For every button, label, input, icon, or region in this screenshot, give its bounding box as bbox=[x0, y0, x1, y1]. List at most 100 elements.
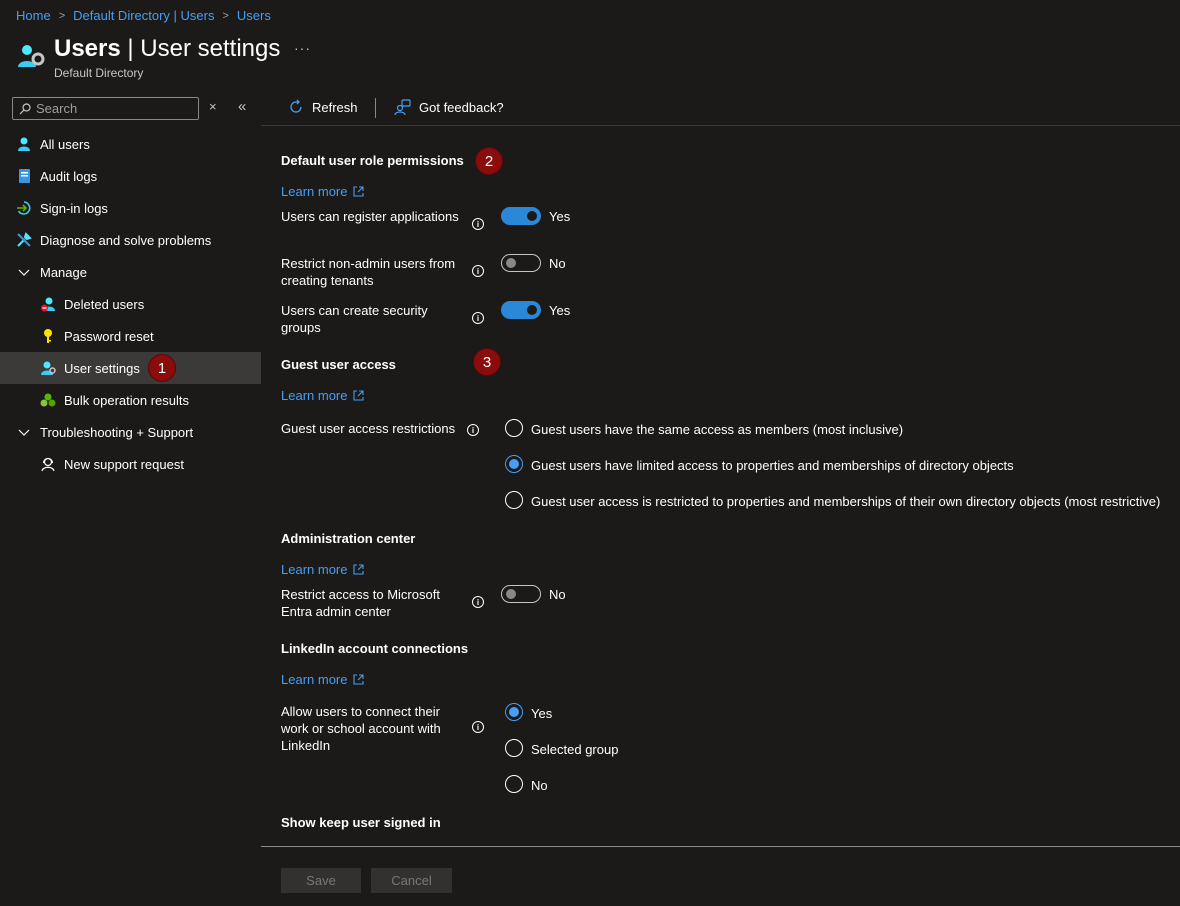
learn-more-link-guest[interactable]: Learn more bbox=[281, 388, 365, 403]
sidebar-item-label: Audit logs bbox=[40, 168, 98, 184]
setting-label-register-apps: Users can register applications bbox=[281, 209, 459, 224]
radio-linkedin-yes[interactable] bbox=[505, 703, 523, 721]
radio-guest-restricted-access[interactable] bbox=[505, 491, 523, 509]
radio-label: No bbox=[531, 778, 548, 793]
learn-more-label: Learn more bbox=[281, 562, 348, 577]
cancel-button[interactable]: Cancel bbox=[371, 868, 452, 893]
sidebar-item-label: Bulk operation results bbox=[64, 392, 190, 408]
radio-label: Guest users have the same access as memb… bbox=[531, 422, 904, 437]
sidebar-item-label: Diagnose and solve problems bbox=[40, 232, 212, 248]
annotation-badge-1: 1 bbox=[148, 354, 176, 382]
toggle-value: Yes bbox=[549, 209, 571, 224]
external-link-icon bbox=[353, 390, 365, 401]
sidebar-item-label: User settings bbox=[64, 360, 140, 376]
chevron-right-icon: > bbox=[58, 9, 66, 22]
sidebar-item-all-users[interactable]: All users bbox=[0, 128, 261, 160]
setting-label-restrict-tenants: Restrict non-admin users from creating t… bbox=[281, 256, 456, 288]
refresh-icon bbox=[290, 99, 302, 113]
breadcrumb-directory[interactable]: Default Directory | Users bbox=[73, 8, 214, 23]
chevron-down-icon bbox=[16, 264, 32, 280]
radio-guest-same-access[interactable] bbox=[505, 419, 523, 437]
users-settings-icon bbox=[16, 41, 46, 71]
info-icon[interactable]: i bbox=[472, 265, 484, 277]
radio-guest-limited-access[interactable] bbox=[505, 455, 523, 473]
sidebar-item-new-support-request[interactable]: New support request bbox=[0, 448, 261, 480]
external-link-icon bbox=[353, 186, 365, 197]
sidebar-item-label: All users bbox=[40, 136, 90, 152]
learn-more-link-default-role[interactable]: Learn more bbox=[281, 184, 365, 199]
sidebar-item-label: Password reset bbox=[64, 328, 154, 344]
annotation-badge-3: 3 bbox=[473, 348, 501, 376]
search-box bbox=[12, 97, 199, 120]
sidebar-item-diagnose[interactable]: Diagnose and solve problems bbox=[0, 224, 261, 256]
clear-search-button[interactable]: × bbox=[209, 99, 217, 114]
chevron-down-icon bbox=[16, 424, 32, 440]
setting-label-linkedin: Allow users to connect their work or sch… bbox=[281, 704, 441, 753]
key-icon bbox=[40, 328, 56, 344]
setting-label-guest-restrictions: Guest user access restrictions bbox=[281, 421, 456, 436]
sidebar-item-user-settings[interactable]: User settings bbox=[0, 352, 261, 384]
page-title: Users | User settings bbox=[54, 35, 281, 62]
feedback-label: Got feedback? bbox=[419, 100, 504, 115]
learn-more-label: Learn more bbox=[281, 184, 348, 199]
support-person-icon bbox=[40, 456, 56, 472]
toggle-value: No bbox=[549, 587, 566, 602]
external-link-icon bbox=[353, 564, 365, 575]
learn-more-link-linkedin[interactable]: Learn more bbox=[281, 672, 365, 687]
sidebar-item-label: Troubleshooting + Support bbox=[40, 424, 194, 440]
info-icon[interactable]: i bbox=[472, 596, 484, 608]
sidebar-item-sign-in-logs[interactable]: Sign-in logs bbox=[0, 192, 261, 224]
feedback-icon bbox=[394, 99, 411, 116]
sign-in-icon bbox=[16, 200, 32, 216]
wrench-icon bbox=[16, 232, 32, 248]
section-title-guest-access: Guest user access bbox=[281, 357, 396, 372]
setting-label-restrict-admin-center: Restrict access to Microsoft Entra admin… bbox=[281, 587, 440, 619]
feedback-button[interactable]: Got feedback? bbox=[394, 99, 504, 116]
toggle-security-groups[interactable] bbox=[501, 301, 541, 319]
radio-label: Selected group bbox=[531, 742, 619, 757]
info-icon[interactable]: i bbox=[472, 218, 484, 230]
bulk-operations-icon bbox=[40, 392, 56, 408]
save-button[interactable]: Save bbox=[281, 868, 361, 893]
section-title-default-role: Default user role permissions bbox=[281, 153, 464, 168]
learn-more-label: Learn more bbox=[281, 672, 348, 687]
toolbar-divider bbox=[375, 98, 376, 118]
page-subtitle: Default Directory bbox=[54, 66, 144, 80]
sidebar-group-troubleshooting[interactable]: Troubleshooting + Support bbox=[0, 416, 261, 448]
sidebar-group-manage[interactable]: Manage bbox=[0, 256, 261, 288]
sidebar-item-password-reset[interactable]: Password reset bbox=[0, 320, 261, 352]
collapse-sidebar-button[interactable]: « bbox=[238, 98, 246, 115]
toggle-register-apps[interactable] bbox=[501, 207, 541, 225]
breadcrumb-users[interactable]: Users bbox=[237, 8, 271, 23]
learn-more-link-admin-center[interactable]: Learn more bbox=[281, 562, 365, 577]
search-input[interactable] bbox=[36, 101, 186, 116]
toggle-restrict-tenants[interactable] bbox=[501, 254, 541, 272]
user-settings-icon bbox=[40, 360, 56, 376]
sidebar-item-label: Manage bbox=[40, 264, 87, 280]
section-title-linkedin: LinkedIn account connections bbox=[281, 641, 469, 656]
info-icon[interactable]: i bbox=[467, 424, 479, 436]
radio-label: Yes bbox=[531, 706, 553, 721]
audit-log-icon bbox=[16, 168, 32, 184]
search-icon bbox=[19, 102, 31, 114]
toggle-value: No bbox=[549, 256, 566, 271]
refresh-label: Refresh bbox=[312, 99, 358, 115]
sidebar-item-label: Deleted users bbox=[64, 296, 145, 312]
annotation-badge-2: 2 bbox=[475, 147, 503, 175]
setting-label-security-groups: Users can create security groups bbox=[281, 303, 428, 335]
external-link-icon bbox=[353, 674, 365, 685]
more-options-button[interactable]: ··· bbox=[294, 40, 311, 56]
radio-linkedin-selected-group[interactable] bbox=[505, 739, 523, 757]
info-icon[interactable]: i bbox=[472, 721, 484, 733]
breadcrumb-home[interactable]: Home bbox=[16, 8, 51, 23]
sidebar-item-deleted-users[interactable]: Deleted users bbox=[0, 288, 261, 320]
toggle-restrict-admin-center[interactable] bbox=[501, 585, 541, 603]
info-icon[interactable]: i bbox=[472, 312, 484, 324]
section-title-keep-signed-in: Show keep user signed in bbox=[281, 815, 441, 830]
sidebar-item-audit-logs[interactable]: Audit logs bbox=[0, 160, 261, 192]
toggle-value: Yes bbox=[549, 303, 571, 318]
sidebar-item-bulk-results[interactable]: Bulk operation results bbox=[0, 384, 261, 416]
footer-divider bbox=[261, 846, 1180, 847]
refresh-button[interactable]: Refresh bbox=[288, 99, 358, 115]
radio-linkedin-no[interactable] bbox=[505, 775, 523, 793]
